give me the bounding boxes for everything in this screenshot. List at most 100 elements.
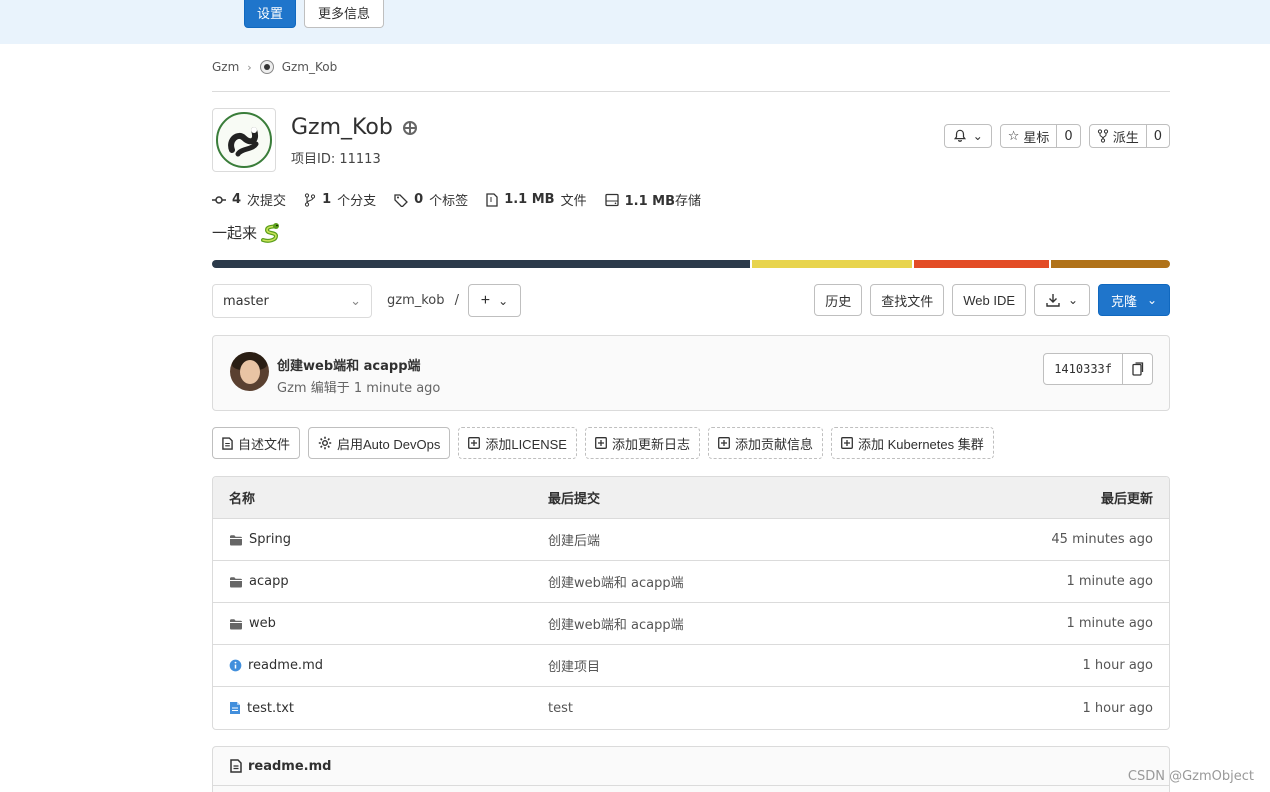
quick-action-button[interactable]: 添加LICENSE: [458, 427, 577, 459]
more-info-button[interactable]: 更多信息: [304, 0, 384, 28]
branch-icon: [304, 192, 316, 207]
quick-actions: 自述文件 启用Auto DevOps 添加LICENSE 添加更新日志 添加贡献信息 添加…: [212, 427, 994, 459]
file-name[interactable]: web: [249, 616, 276, 631]
file-icon: [230, 759, 242, 773]
quick-action-button[interactable]: 添加 Kubernetes 集群: [831, 427, 994, 459]
file-zip-icon: [486, 192, 498, 207]
watermark: CSDN @GzmObject: [1127, 769, 1254, 784]
project-avatar: [212, 108, 276, 172]
divider: [212, 91, 1170, 92]
quick-action-label: 启用Auto DevOps: [337, 436, 441, 452]
file-last-commit[interactable]: test: [548, 701, 948, 716]
stat-commits[interactable]: 4 次提交: [212, 190, 286, 209]
fork-button[interactable]: 派生 0: [1088, 124, 1170, 148]
branch-name: master: [223, 293, 269, 309]
file-last-update: 1 hour ago: [1082, 700, 1153, 716]
fork-icon: [1097, 129, 1108, 143]
language-segment[interactable]: [751, 260, 912, 268]
add-to-tree-button[interactable]: + ⌄: [468, 284, 521, 317]
path-root[interactable]: gzm_kob: [387, 293, 445, 308]
file-name[interactable]: Spring: [249, 532, 291, 547]
file-last-commit[interactable]: 创建web端和 acapp端: [548, 614, 948, 633]
table-row[interactable]: readme.md 创建项目 1 hour ago: [213, 645, 1169, 687]
folder-icon: [229, 618, 243, 630]
star-count[interactable]: 0: [1056, 125, 1079, 147]
clone-button[interactable]: 克隆 ⌄: [1098, 284, 1170, 316]
author-avatar[interactable]: [230, 352, 269, 391]
text-file-icon: [229, 701, 241, 715]
table-row[interactable]: Spring 创建后端 45 minutes ago: [213, 519, 1169, 561]
commit-sha[interactable]: 1410333f: [1044, 354, 1122, 384]
file-last-update: 1 minute ago: [1066, 616, 1153, 631]
stat-storage: 1.1 MB存储: [604, 190, 701, 209]
notification-dropdown[interactable]: ⌄: [943, 124, 992, 148]
quick-action-label: 添加 Kubernetes 集群: [858, 436, 984, 452]
chevron-down-icon: ⌄: [498, 293, 509, 308]
quick-action-label: 添加更新日志: [611, 436, 690, 452]
quick-action-button[interactable]: 添加贡献信息: [708, 427, 824, 459]
fork-count[interactable]: 0: [1145, 125, 1169, 147]
project-title: Gzm_Kob: [291, 115, 417, 140]
description-text: 一起来: [212, 223, 258, 242]
history-button[interactable]: 历史: [814, 284, 863, 316]
stat-branches[interactable]: 1 个分支: [304, 190, 376, 209]
copy-icon[interactable]: [1122, 354, 1152, 384]
file-name[interactable]: readme.md: [248, 658, 323, 673]
file-name-cell[interactable]: web: [213, 616, 548, 631]
project-mini-avatar: [259, 60, 274, 74]
quick-action-label: 自述文件: [238, 436, 291, 452]
star-button[interactable]: ☆ 星标 0: [999, 124, 1081, 148]
quick-action-button[interactable]: 启用Auto DevOps: [308, 427, 451, 459]
branch-selector[interactable]: master ⌄: [212, 284, 372, 318]
language-segment[interactable]: [1051, 260, 1170, 268]
star-label: 星标: [1023, 130, 1050, 146]
file-last-update: 1 minute ago: [1066, 574, 1153, 589]
project-name: Gzm_Kob: [291, 115, 393, 140]
quick-action-button[interactable]: 自述文件: [212, 427, 301, 459]
readme-panel: readme.md: [212, 746, 1170, 792]
file-last-commit[interactable]: 创建后端: [548, 530, 948, 549]
plus-square-icon: [468, 437, 481, 449]
project-stats: 4 次提交 1 个分支 0 个标签 1.1 MB 文件 1.1 MB存储: [212, 190, 701, 209]
plus-square-icon: [841, 437, 853, 449]
stat-files[interactable]: 1.1 MB 文件: [486, 190, 587, 209]
path-separator: /: [454, 293, 460, 308]
stat-tags[interactable]: 0 个标签: [394, 190, 468, 209]
file-last-commit[interactable]: 创建web端和 acapp端: [548, 572, 948, 591]
snake-emoji-icon: [261, 223, 280, 243]
breadcrumb-project[interactable]: Gzm_Kob: [282, 60, 338, 74]
project-header-actions: ⌄ ☆ 星标 0 派生 0: [943, 124, 1170, 148]
file-name-cell[interactable]: Spring: [213, 532, 548, 547]
folder-icon: [229, 534, 243, 546]
clone-label: 克隆: [1110, 293, 1137, 309]
language-segment[interactable]: [212, 260, 750, 268]
chevron-down-icon: ⌄: [350, 293, 361, 309]
file-name[interactable]: acapp: [249, 574, 289, 589]
breadcrumb-group[interactable]: Gzm: [212, 60, 239, 74]
gear-icon: [318, 436, 332, 450]
chevron-down-icon: ⌄: [1067, 293, 1079, 307]
web-ide-button[interactable]: Web IDE: [952, 284, 1026, 316]
language-segment[interactable]: [913, 260, 1049, 268]
fork-label: 派生: [1112, 130, 1139, 146]
repo-path: gzm_kob /: [387, 293, 459, 308]
settings-button[interactable]: 设置: [244, 0, 296, 28]
quick-action-button[interactable]: 添加更新日志: [584, 427, 700, 459]
file-last-update: 45 minutes ago: [1051, 532, 1153, 547]
commit-title[interactable]: 创建web端和 acapp端: [277, 355, 421, 374]
table-row[interactable]: web 创建web端和 acapp端 1 minute ago: [213, 603, 1169, 645]
folder-icon: [229, 576, 243, 588]
globe-icon: [402, 120, 417, 135]
table-row[interactable]: test.txt test 1 hour ago: [213, 687, 1169, 729]
file-name-cell[interactable]: acapp: [213, 574, 548, 589]
table-header: 名称 最后提交 最后更新: [213, 477, 1169, 519]
file-name-cell[interactable]: test.txt: [213, 701, 548, 716]
table-row[interactable]: acapp 创建web端和 acapp端 1 minute ago: [213, 561, 1169, 603]
file-last-commit[interactable]: 创建项目: [548, 656, 948, 675]
commit-icon: [212, 195, 226, 204]
find-file-button[interactable]: 查找文件: [870, 284, 945, 316]
file-icon: [222, 436, 233, 450]
download-button[interactable]: ⌄: [1034, 284, 1090, 316]
file-name-cell[interactable]: readme.md: [213, 658, 548, 673]
file-name[interactable]: test.txt: [247, 701, 294, 716]
